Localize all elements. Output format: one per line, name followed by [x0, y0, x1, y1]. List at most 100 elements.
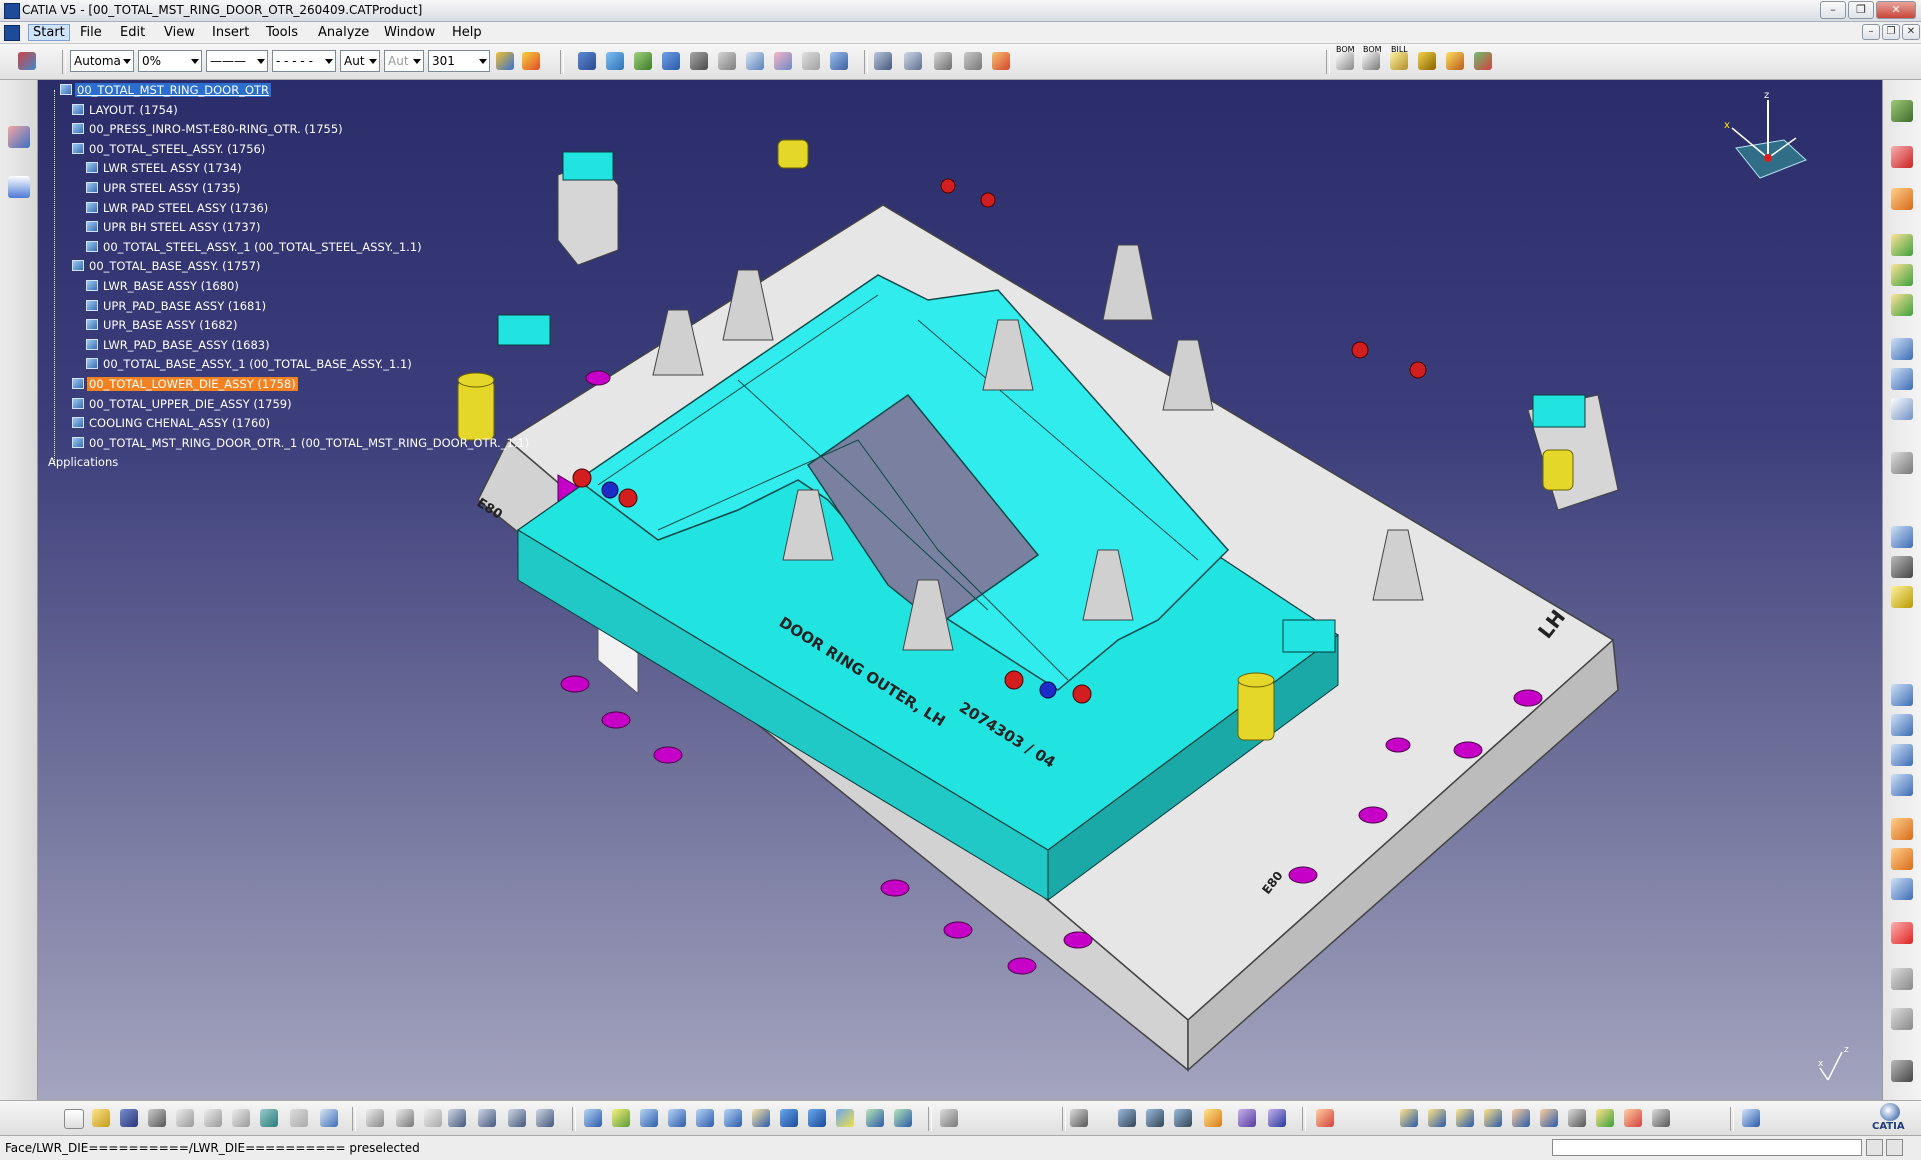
material-icon[interactable] — [1891, 818, 1913, 840]
tree-item[interactable]: LWR_PAD_BASE_ASSY (1683) — [86, 337, 272, 353]
text-annotation-icon[interactable] — [904, 52, 922, 70]
tool-d-icon[interactable] — [1484, 1109, 1502, 1127]
plane-icon[interactable] — [1742, 1109, 1760, 1127]
tree-item[interactable]: LAYOUT. (1754) — [72, 102, 180, 118]
fit-all-icon[interactable] — [612, 1109, 630, 1127]
measure-item-icon[interactable] — [1891, 922, 1913, 944]
part-node-icon[interactable] — [86, 201, 98, 213]
rules-icon[interactable] — [424, 1109, 442, 1127]
copy-icon[interactable] — [204, 1109, 222, 1127]
knowledge-icon[interactable] — [396, 1109, 414, 1127]
tree-item[interactable]: Applications — [46, 454, 120, 470]
options-icon[interactable] — [1174, 1109, 1192, 1127]
product-node-icon[interactable] — [72, 103, 84, 115]
tool-g-icon[interactable] — [1568, 1109, 1586, 1127]
new-product-icon[interactable] — [606, 52, 624, 70]
plugin-icon[interactable] — [1474, 52, 1492, 70]
zoom-out-icon[interactable] — [724, 1109, 742, 1127]
status-toggle-b[interactable] — [1886, 1139, 1903, 1156]
line-weight-combo[interactable]: ——— — [206, 50, 268, 72]
tool-b-icon[interactable] — [1428, 1109, 1446, 1127]
tool-a-icon[interactable] — [1400, 1109, 1418, 1127]
properties-icon[interactable] — [1446, 52, 1464, 70]
part-node-icon[interactable] — [86, 182, 98, 193]
tree-item[interactable]: LWR STEEL ASSY (1734) — [86, 160, 244, 176]
measure-icon[interactable] — [992, 52, 1010, 70]
menu-analyze[interactable]: Analyze — [318, 25, 369, 40]
tree-item[interactable]: UPR STEEL ASSY (1735) — [86, 180, 242, 196]
select-icon[interactable] — [1891, 188, 1913, 210]
toolbar-chip-icon[interactable] — [1238, 1109, 1256, 1127]
macro-icon[interactable] — [1204, 1109, 1222, 1127]
dmu-icon[interactable] — [1070, 1109, 1088, 1127]
product-node-icon[interactable] — [60, 84, 72, 95]
compile-icon[interactable] — [1891, 234, 1913, 256]
render-style-combo[interactable]: 301 — [428, 50, 490, 72]
fly-icon[interactable] — [1891, 968, 1913, 990]
3d-viewport[interactable]: DOOR RING OUTER, LH 2074303 / 04 E80 E80… — [38, 80, 1882, 1100]
bottle-icon[interactable] — [1891, 586, 1913, 608]
menu-file[interactable]: File — [80, 25, 102, 40]
clash-icon[interactable] — [1891, 398, 1913, 420]
paint-bucket-icon[interactable] — [522, 52, 540, 70]
generative-icon[interactable] — [536, 1109, 554, 1127]
tool-j-icon[interactable] — [1652, 1109, 1670, 1127]
document-icon[interactable] — [4, 25, 20, 41]
layers-icon[interactable] — [1891, 774, 1913, 796]
lock-icon[interactable] — [508, 1109, 526, 1127]
minimize-button[interactable]: – — [1820, 1, 1846, 19]
generate-numbering-icon[interactable] — [746, 52, 764, 70]
product-icon[interactable] — [18, 52, 36, 70]
constraint-icon[interactable] — [1891, 100, 1913, 122]
menu-help[interactable]: Help — [452, 25, 482, 40]
multi-view-icon[interactable] — [780, 1109, 798, 1127]
doc-minimize-button[interactable]: – — [1862, 24, 1880, 40]
render-icon[interactable] — [1891, 878, 1913, 900]
pan-icon[interactable] — [640, 1109, 658, 1127]
save-icon[interactable] — [120, 1109, 138, 1127]
print-icon[interactable] — [148, 1109, 166, 1127]
cut-icon[interactable] — [176, 1109, 194, 1127]
save-management-icon[interactable] — [1418, 52, 1436, 70]
shape-icon[interactable] — [1891, 744, 1913, 766]
capture-icon[interactable] — [1891, 1060, 1913, 1082]
transparency-combo[interactable]: 0% — [138, 50, 202, 72]
tree-item[interactable]: 00_TOTAL_UPPER_DIE_ASSY (1759) — [72, 396, 294, 412]
part-node-icon[interactable] — [86, 221, 98, 233]
formula-icon[interactable] — [366, 1109, 384, 1127]
tree-item[interactable]: 00_TOTAL_MST_RING_DOOR_OTR._1 (00_TOTAL_… — [72, 435, 531, 451]
part-icon[interactable] — [1891, 714, 1913, 736]
paste-icon[interactable] — [232, 1109, 250, 1127]
rotate-icon[interactable] — [668, 1109, 686, 1127]
color-combo[interactable]: Automa — [70, 50, 134, 72]
insert-component-icon[interactable] — [578, 52, 596, 70]
product-node-icon[interactable] — [72, 142, 84, 154]
menu-window[interactable]: Window — [384, 25, 435, 40]
new-icon[interactable] — [64, 1109, 84, 1129]
open-icon[interactable] — [92, 1109, 110, 1127]
3d-annotation-icon[interactable] — [964, 52, 982, 70]
isometric-view-icon[interactable] — [808, 1109, 826, 1127]
manipulation-icon[interactable] — [874, 52, 892, 70]
close-button[interactable]: ✕ — [1876, 1, 1916, 19]
normal-view-icon[interactable] — [752, 1109, 770, 1127]
point-type-combo[interactable]: Aut — [384, 50, 424, 72]
settings-icon[interactable] — [1146, 1109, 1164, 1127]
compass-widget[interactable]: z x — [1724, 88, 1814, 198]
section-icon[interactable] — [1891, 452, 1913, 474]
existing-component-icon[interactable] — [662, 52, 680, 70]
multi-instantiation-icon[interactable] — [830, 52, 848, 70]
walk-icon[interactable] — [1891, 1008, 1913, 1030]
model-render[interactable]: DOOR RING OUTER, LH 2074303 / 04 E80 E80… — [38, 80, 1882, 1100]
update-icon[interactable] — [1891, 264, 1913, 286]
part-node-icon[interactable] — [86, 240, 98, 252]
bill-of-material-icon[interactable] — [1390, 52, 1408, 70]
manage-representations-icon[interactable] — [802, 52, 820, 70]
part-node-icon[interactable] — [86, 162, 98, 174]
status-toggle-a[interactable] — [1866, 1139, 1883, 1156]
menu-view[interactable]: View — [164, 25, 195, 40]
fly-mode-icon[interactable] — [584, 1109, 602, 1127]
snap-icon[interactable] — [1891, 338, 1913, 360]
line-type-combo[interactable]: - - - - - — [272, 50, 336, 72]
tool-h-icon[interactable] — [1596, 1109, 1614, 1127]
